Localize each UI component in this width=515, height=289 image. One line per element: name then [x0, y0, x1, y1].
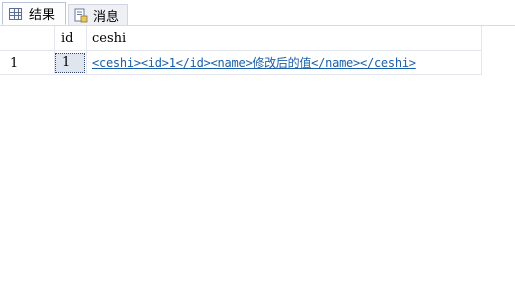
column-header-id[interactable]: id — [61, 28, 73, 50]
cell-ceshi-xml-link[interactable]: <ceshi><id>1</id><name>修改后的值</name></ces… — [92, 55, 416, 71]
results-grid[interactable]: id ceshi 1 1 <ceshi><id>1</id><name>修改后的… — [0, 26, 515, 289]
tab-results[interactable]: 结果 — [2, 2, 66, 25]
column-divider — [481, 26, 482, 74]
tab-messages-label: 消息 — [93, 9, 120, 25]
message-icon — [73, 7, 89, 23]
cell-id-selected[interactable]: 1 — [55, 53, 85, 73]
column-divider — [86, 26, 87, 74]
grid-icon — [9, 6, 25, 22]
result-tabstrip: 结果 消息 — [0, 0, 515, 26]
row-number[interactable]: 1 — [10, 56, 18, 72]
tab-messages[interactable]: 消息 — [68, 4, 128, 25]
header-divider — [0, 50, 482, 51]
tab-results-label: 结果 — [29, 8, 56, 23]
row-divider — [0, 74, 482, 75]
column-header-ceshi[interactable]: ceshi — [92, 28, 126, 50]
